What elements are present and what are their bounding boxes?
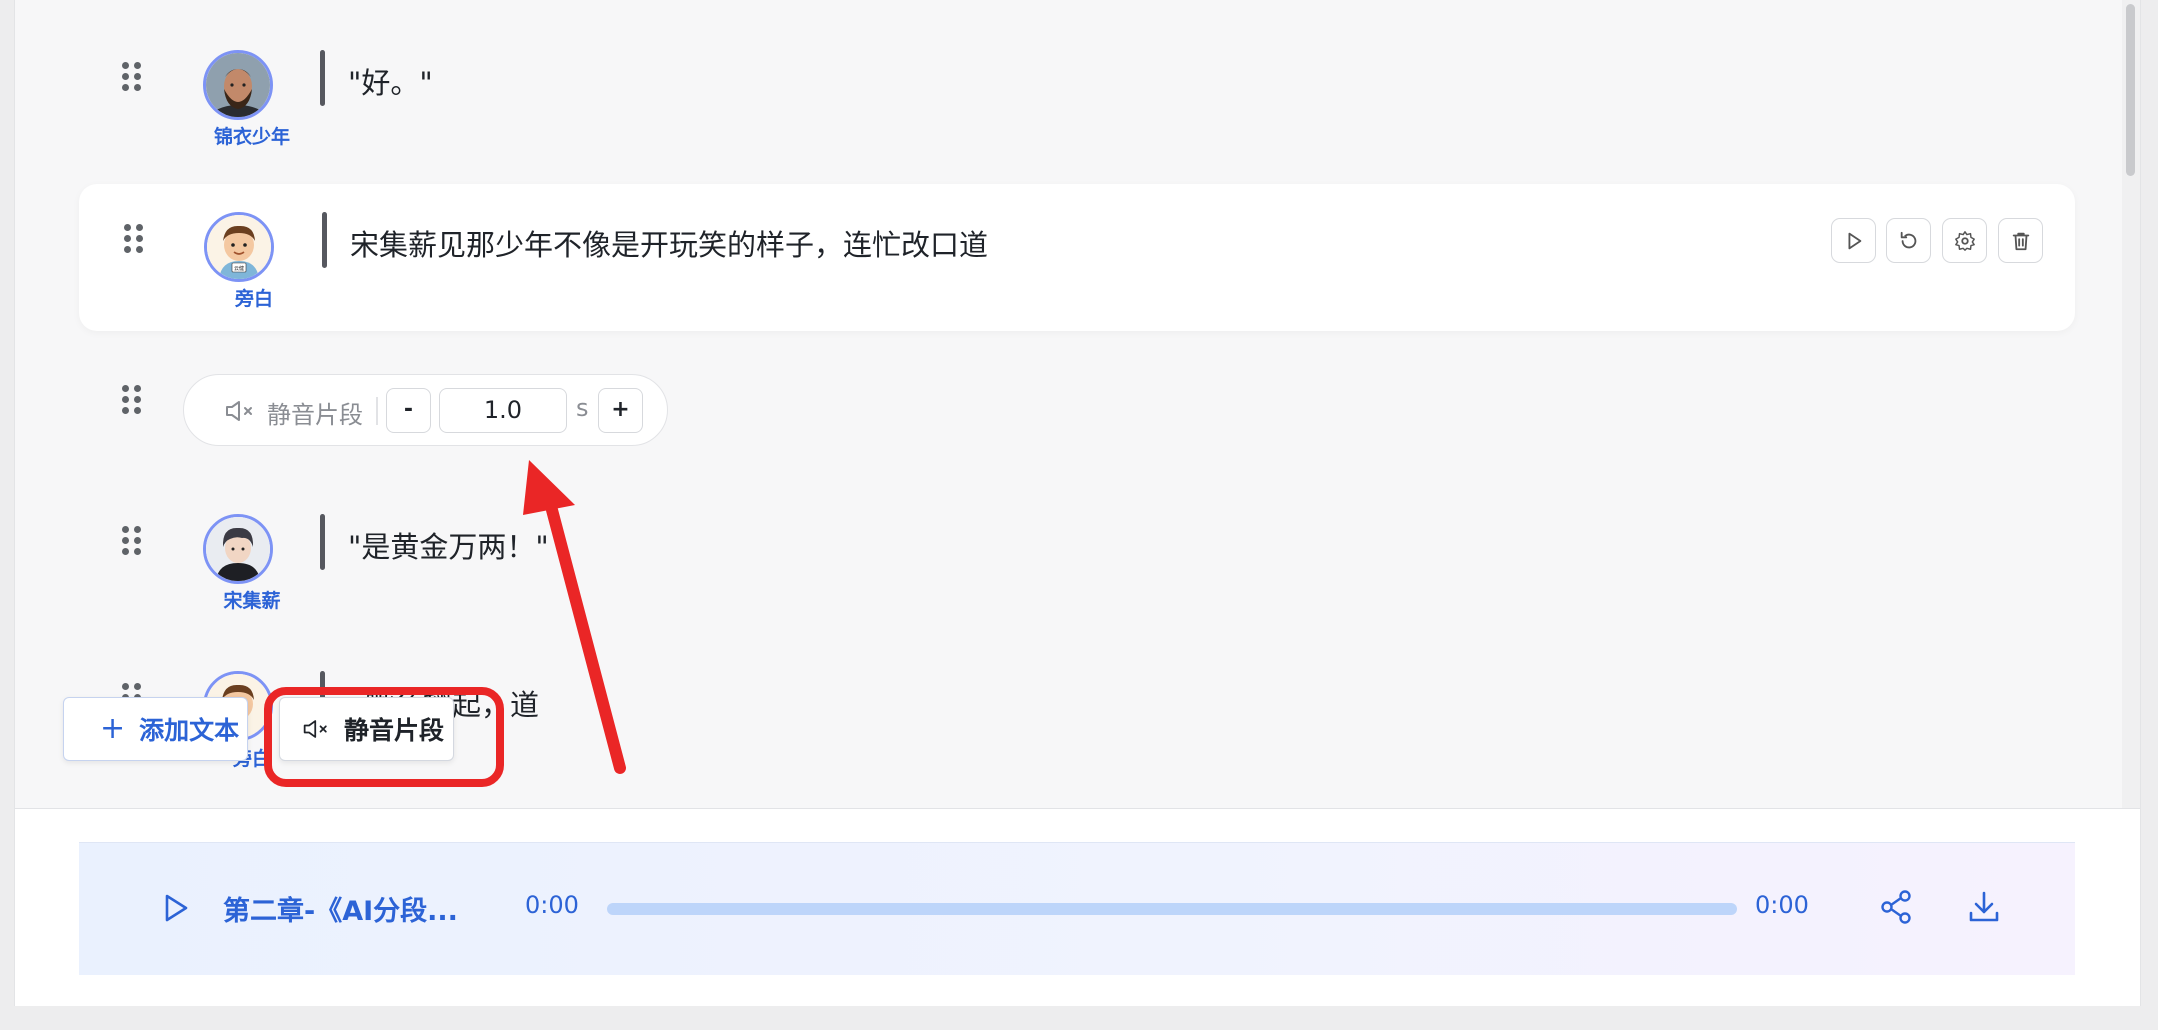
- app-panel: 锦衣少年 "好。" 云健 旁白 宋集薪见那少年不像是开玩笑的样子，连忙改口道 静…: [14, 0, 2141, 1006]
- svg-text:云健: 云健: [234, 265, 244, 272]
- duration-unit: s: [576, 394, 589, 422]
- speaker-avatar[interactable]: 云健: [204, 212, 274, 282]
- drag-handle-icon[interactable]: [122, 385, 142, 419]
- cartoon-narrator-avatar-icon: 云健: [207, 215, 271, 279]
- scrollbar-thumb[interactable]: [2126, 4, 2135, 176]
- increase-duration-button[interactable]: +: [598, 388, 643, 433]
- dialogue-text[interactable]: "好。": [348, 60, 433, 102]
- speaker-avatar[interactable]: [203, 514, 273, 584]
- drag-handle-icon[interactable]: [122, 62, 142, 96]
- audio-player: 第二章-《AI分段... 0:00 0:00: [79, 842, 2075, 975]
- total-time: 0:00: [1755, 891, 1809, 919]
- silence-label: 静音片段: [267, 401, 363, 429]
- progress-bar[interactable]: [607, 903, 1737, 915]
- current-time: 0:00: [525, 891, 579, 919]
- speaker-name: 锦衣少年: [213, 126, 290, 148]
- speaker-avatar[interactable]: [203, 50, 273, 120]
- text-marker: [320, 514, 325, 570]
- add-text-label: 添加文本: [139, 716, 240, 745]
- delete-button[interactable]: [1998, 218, 2043, 263]
- download-icon[interactable]: [1967, 889, 2001, 925]
- young-man-avatar-icon: [206, 517, 270, 581]
- text-marker: [322, 212, 327, 268]
- speaker-name: 宋集薪: [223, 590, 281, 612]
- text-marker: [320, 50, 325, 106]
- drag-handle-icon[interactable]: [124, 224, 144, 258]
- gear-icon: [1954, 230, 1975, 251]
- play-icon[interactable]: [163, 893, 189, 923]
- drag-handle-icon[interactable]: [122, 526, 142, 560]
- silence-segment: 静音片段 - 1.0 s +: [183, 374, 668, 446]
- add-text-button[interactable]: + 添加文本: [63, 697, 248, 761]
- regenerate-icon: [1900, 231, 1916, 248]
- voice-settings-button[interactable]: [1942, 218, 1987, 263]
- annotation-highlight-box: [264, 687, 504, 787]
- play-button[interactable]: [1831, 218, 1876, 263]
- bearded-man-avatar-icon: [206, 53, 270, 117]
- trash-icon: [2012, 232, 2029, 250]
- speaker-name: 旁白: [234, 288, 273, 310]
- dialogue-text[interactable]: "是黄金万两！": [348, 524, 549, 566]
- plus-icon: +: [100, 711, 126, 746]
- decrease-duration-button[interactable]: -: [386, 388, 431, 433]
- duration-input[interactable]: 1.0: [439, 388, 567, 433]
- regenerate-button[interactable]: [1886, 218, 1931, 263]
- dialogue-text[interactable]: 宋集薪见那少年不像是开玩笑的样子，连忙改口道: [350, 222, 988, 264]
- play-icon: [1848, 232, 1861, 249]
- speaker-mute-icon: [226, 401, 252, 421]
- chapter-title: 第二章-《AI分段...: [223, 896, 458, 927]
- divider: [376, 397, 378, 425]
- share-icon[interactable]: [1879, 889, 1913, 925]
